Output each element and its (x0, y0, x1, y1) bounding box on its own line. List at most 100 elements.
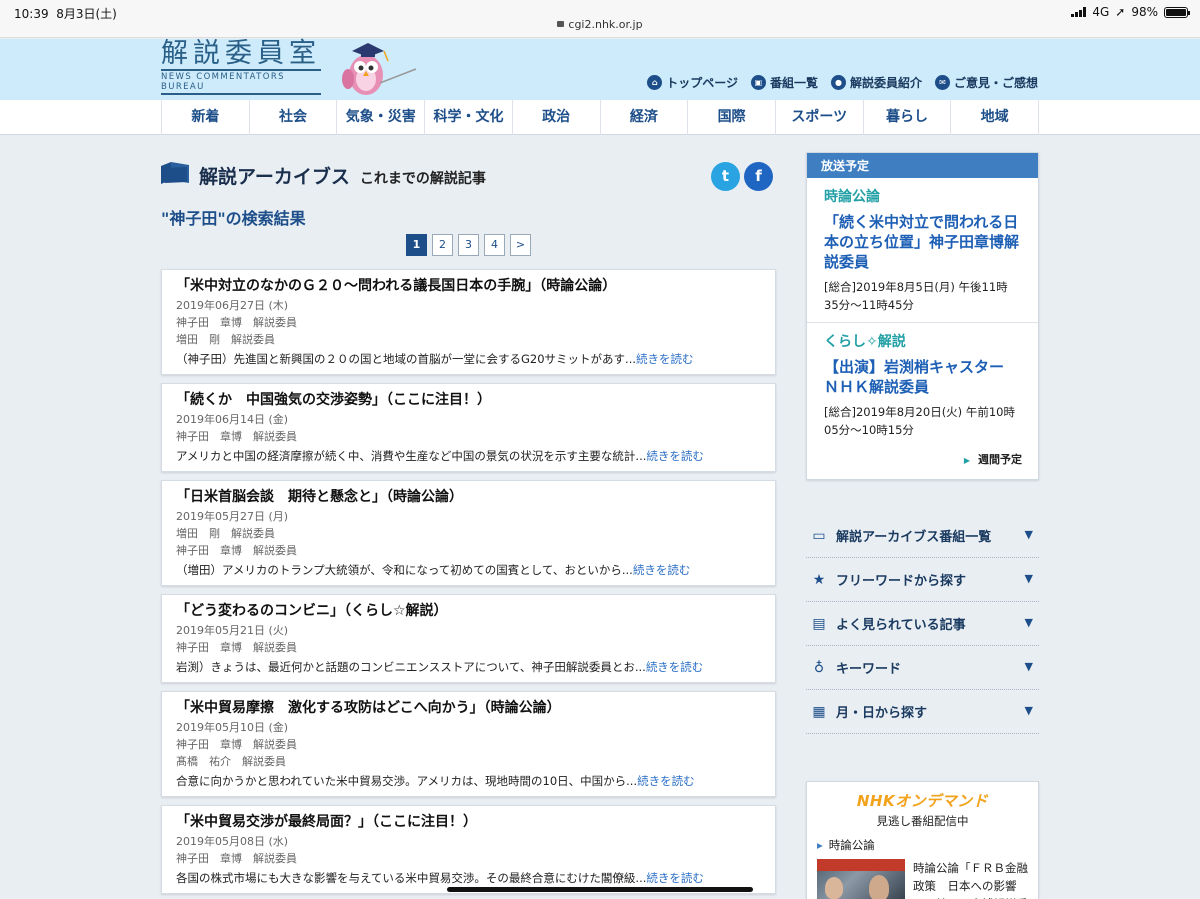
ondemand-thumbnail[interactable] (817, 859, 905, 899)
status-indicators: 4G ➚ 98% (1071, 5, 1190, 19)
article-author: 神子田 章博 解説委員 (176, 738, 297, 751)
logo-subtitle: NEWS COMMENTATORS BUREAU (161, 69, 321, 95)
site-logo[interactable]: 解説委員室 NEWS COMMENTATORS BUREAU (161, 39, 321, 95)
read-more-link[interactable]: 続きを読む (636, 352, 694, 366)
ondemand-category: 時論公論 (817, 837, 1028, 853)
read-more-link[interactable]: 続きを読む (646, 449, 704, 463)
page-title-main: 解説アーカイブス (199, 166, 350, 188)
header-link-top[interactable]: ⌂ トップページ (647, 74, 738, 91)
program-name[interactable]: 時論公論 (824, 188, 1021, 206)
article-excerpt-text: 各国の株式市場にも大きな影響を与えている米中貿易交渉。その最終合意にむけた閣僚級… (176, 871, 647, 885)
article-title[interactable]: 「米中貿易摩擦 激化する攻防はどこへ向かう」（時論公論） (176, 698, 763, 719)
sidebar-item-keyword[interactable]: ♁ キーワード ▼ (806, 646, 1039, 690)
lightbulb-icon: ♁ (813, 659, 825, 676)
home-icon: ⌂ (647, 75, 663, 90)
ondemand-item-title[interactable]: 時論公論「ＦＲＢ金融政策 日本への影響は」神子田章博解説委員 (913, 859, 1028, 899)
twitter-icon[interactable]: t (711, 162, 740, 191)
ondemand-item[interactable]: 時論公論「ＦＲＢ金融政策 日本への影響は」神子田章博解説委員 (817, 859, 1028, 899)
article-title[interactable]: 「米中対立のなかのＧ２０～問われる議長国日本の手腕」（時論公論） (176, 276, 763, 297)
page-2-button[interactable]: 2 (432, 234, 453, 256)
article-card[interactable]: 「米中貿易摩擦 激化する攻防はどこへ向かう」（時論公論） 2019年05月10日… (161, 691, 776, 797)
sidebar-item-date[interactable]: ▦ 月・日から探す ▼ (806, 690, 1039, 734)
ondemand-logo[interactable]: NHKオンデマンド (817, 790, 1028, 811)
page-3-button[interactable]: 3 (458, 234, 479, 256)
article-card[interactable]: 「どう変わるのコンビニ」（くらし☆解説） 2019年05月21日 (火) 神子田… (161, 594, 776, 683)
sidebar-item-label: よく見られている記事 (836, 618, 966, 633)
read-more-link[interactable]: 続きを読む (646, 871, 704, 885)
nav-item-life[interactable]: 暮らし (864, 100, 952, 135)
page-4-button[interactable]: 4 (484, 234, 505, 256)
sidebar-item-archive-list[interactable]: ▭ 解説アーカイブス番組一覧 ▼ (806, 514, 1039, 558)
nav-item-sports[interactable]: スポーツ (776, 100, 864, 135)
schedule-header: 放送予定 (807, 153, 1038, 178)
program-title[interactable]: 【出演】岩渕梢キャスター ＮＨＫ解説委員 (824, 357, 1021, 397)
article-author: 神子田 章博 解説委員 (176, 544, 297, 557)
page-title-sub: これまでの解説記事 (359, 171, 486, 187)
pagination: 1 2 3 4 > (161, 234, 776, 256)
signal-icon (1071, 7, 1087, 17)
sidebar-menu: ▭ 解説アーカイブス番組一覧 ▼ ★ フリーワードから探す ▼ ▤ よく見られている記事 ▼… (806, 514, 1039, 734)
sidebar-item-free-word[interactable]: ★ フリーワードから探す ▼ (806, 558, 1039, 602)
article-card[interactable]: 「日米首脳会談 期待と懸念と」（時論公論） 2019年05月27日 (月) 増田… (161, 480, 776, 586)
article-author: 神子田 章博 解説委員 (176, 641, 297, 654)
chevron-down-icon: ▼ (1024, 616, 1033, 629)
article-excerpt-text: 岩渕）きょうは、最近何かと話題のコンビニエンスストアについて、神子田解説委員とお… (176, 660, 646, 674)
read-more-link[interactable]: 続きを読む (646, 660, 704, 674)
logo-title: 解説委員室 (161, 38, 321, 69)
page-1-button[interactable]: 1 (406, 234, 427, 256)
chevron-down-icon: ▼ (1024, 660, 1033, 673)
article-excerpt: 各国の株式市場にも大きな影響を与えている米中貿易交渉。その最終合意にむけた閣僚級… (176, 869, 763, 887)
main-content: 解説アーカイブス これまでの解説記事 t f "神子田"の検索結果 1 2 3 4… (161, 150, 776, 899)
nav-item-politics[interactable]: 政治 (513, 100, 601, 135)
nav-item-economy[interactable]: 経済 (601, 100, 689, 135)
sidebar-item-label: フリーワードから探す (836, 574, 967, 589)
nav-item-science[interactable]: 科学・文化 (425, 100, 513, 135)
page-header: 解説アーカイブス これまでの解説記事 t f (161, 150, 776, 204)
ios-status-bar: 10:39 8月3日(土) cgi2.nhk.or.jp 4G ➚ 98% (0, 0, 1200, 38)
article-title[interactable]: 「続くか 中国強気の交渉姿勢」（ここに注目！） (176, 390, 763, 411)
next-page-button[interactable]: > (510, 234, 531, 256)
article-card[interactable]: 「続くか 中国強気の交渉姿勢」（ここに注目！） 2019年06月14日 (金) … (161, 383, 776, 472)
star-icon: ★ (812, 571, 826, 588)
article-title[interactable]: 「米中貿易交渉が最終局面？」（ここに注目！） (176, 812, 763, 833)
header-link-programs[interactable]: ▣ 番組一覧 (750, 74, 818, 91)
home-indicator[interactable] (447, 887, 753, 892)
document-icon: ▤ (812, 615, 826, 632)
ondemand-subtitle: 見逃し番組配信中 (876, 814, 969, 828)
location-icon: ➚ (1115, 5, 1126, 19)
owl-mascot-icon (342, 43, 417, 95)
article-excerpt: （増田）アメリカのトランプ大統領が、令和になって初めての国賓として、おといから.… (176, 561, 763, 579)
sidebar-item-popular[interactable]: ▤ よく見られている記事 ▼ (806, 602, 1039, 646)
nav-item-new[interactable]: 新着 (162, 100, 250, 135)
article-excerpt: 合意に向かうかと思われていた米中貿易交渉。アメリカは、現地時間の10日、中国から… (176, 772, 763, 790)
header-link-label: 解説委員紹介 (849, 76, 922, 90)
article-date: 2019年05月08日 (水) (176, 835, 289, 848)
sidebar-item-label: 解説アーカイブス番組一覧 (836, 530, 992, 545)
nav-item-weather[interactable]: 気象・災害 (337, 100, 426, 135)
article-title[interactable]: 「日米首脳会談 期待と懸念と」（時論公論） (176, 487, 763, 508)
address-bar[interactable]: cgi2.nhk.or.jp (0, 18, 1200, 31)
chevron-down-icon: ▼ (1024, 572, 1033, 585)
article-card[interactable]: 「米中貿易交渉が最終局面？」（ここに注目！） 2019年05月08日 (水) 神… (161, 805, 776, 894)
article-author: 髙橋 祐介 解説委員 (176, 755, 286, 768)
read-more-link[interactable]: 続きを読む (637, 774, 695, 788)
article-card[interactable]: 「米中対立のなかのＧ２０～問われる議長国日本の手腕」（時論公論） 2019年06… (161, 269, 776, 375)
nav-item-international[interactable]: 国際 (688, 100, 776, 135)
article-date: 2019年05月21日 (火) (176, 624, 289, 637)
battery-fill (1166, 8, 1186, 16)
weekly-schedule-link[interactable]: 週間予定 (807, 447, 1038, 479)
category-nav: 新着 社会 気象・災害 科学・文化 政治 経済 国際 スポーツ 暮らし 地域 (0, 100, 1200, 135)
chevron-down-icon: ▼ (1024, 528, 1033, 541)
nhk-ondemand-box[interactable]: NHKオンデマンド 見逃し番組配信中 時論公論 時論公論「ＦＲＢ金融政策 日本へ… (806, 781, 1039, 899)
program-title[interactable]: 「続く米中対立で問われる日本の立ち位置」神子田章博解説委員 (824, 212, 1021, 272)
read-more-link[interactable]: 続きを読む (633, 563, 691, 577)
facebook-icon[interactable]: f (744, 162, 773, 191)
nav-item-region[interactable]: 地域 (951, 100, 1040, 135)
nav-item-society[interactable]: 社会 (250, 100, 338, 135)
program-name[interactable]: くらし✧解説 (824, 333, 1021, 351)
header-link-label: ご意見・ご感想 (953, 76, 1038, 90)
article-excerpt-text: （増田）アメリカのトランプ大統領が、令和になって初めての国賓として、おといから.… (176, 563, 633, 577)
header-link-commentators[interactable]: ● 解説委員紹介 (830, 74, 922, 91)
article-title[interactable]: 「どう変わるのコンビニ」（くらし☆解説） (176, 601, 763, 622)
header-link-feedback[interactable]: ✉ ご意見・ご感想 (934, 74, 1038, 91)
